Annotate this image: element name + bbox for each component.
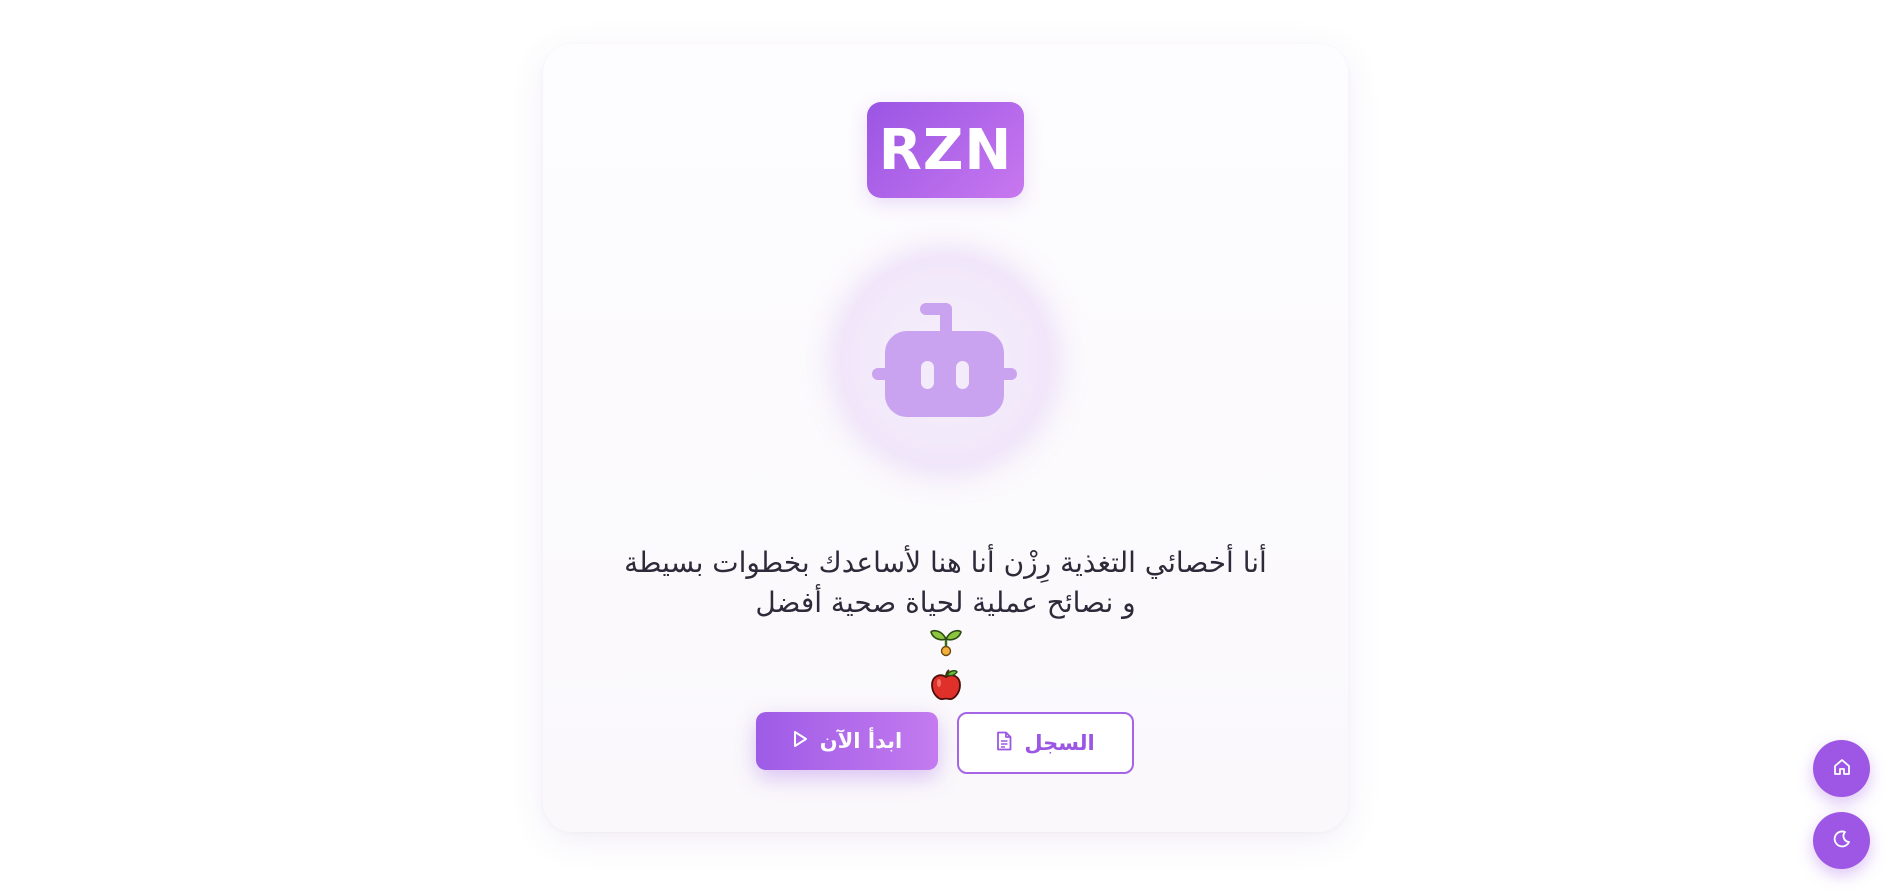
document-icon: [996, 731, 1012, 756]
page: RZN أنا أخصائي التغذية رِزْن أنا هنا لأس…: [0, 0, 1899, 894]
play-icon: [792, 729, 808, 753]
start-now-button[interactable]: ابدأ الآن: [756, 712, 938, 770]
start-now-label: ابدأ الآن: [819, 729, 903, 753]
brand-logo-text: RZN: [878, 117, 1013, 183]
assistant-message-line-1: أنا أخصائي التغذية رِزْن أنا هنا لأساعدك…: [624, 546, 1267, 579]
seedling-icon: [583, 623, 1308, 668]
assistant-message-line-2: و نصائح عملية لحياة صحية أفضل: [583, 583, 1308, 713]
brand-logo: RZN: [867, 102, 1024, 198]
assistant-message-line-2-text: و نصائح عملية لحياة صحية أفضل: [755, 586, 1136, 619]
moon-icon: [1832, 829, 1852, 853]
home-button[interactable]: [1813, 740, 1870, 797]
home-icon: [1832, 757, 1852, 781]
history-label: السجل: [1024, 731, 1095, 755]
apple-icon: [583, 668, 1308, 713]
theme-toggle-button[interactable]: [1813, 812, 1870, 869]
welcome-card: RZN أنا أخصائي التغذية رِزْن أنا هنا لأس…: [543, 44, 1348, 832]
history-button[interactable]: السجل: [957, 712, 1134, 774]
assistant-avatar: [839, 255, 1051, 467]
assistant-message: أنا أخصائي التغذية رِزْن أنا هنا لأساعدك…: [583, 543, 1308, 713]
robot-icon: [872, 303, 1017, 417]
